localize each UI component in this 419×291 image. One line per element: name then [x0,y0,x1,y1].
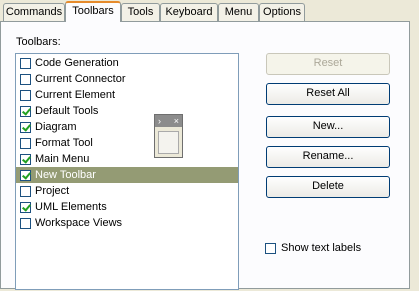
toolbar-checkbox[interactable] [20,121,31,133]
floating-toolbar-body [158,131,179,154]
tab-toolbars[interactable]: Toolbars [65,1,121,22]
toolbar-item-current-connector[interactable]: Current Connector [16,71,238,87]
toolbars-label: Toolbars: [16,36,61,48]
toolbar-item-label: UML Elements [35,201,107,213]
show-text-labels-label: Show text labels [281,242,362,254]
tab-commands[interactable]: Commands [3,3,65,21]
toolbar-item-default-tools[interactable]: Default Tools [16,103,238,119]
toolbar-item-uml-elements[interactable]: UML Elements [16,199,238,215]
toolbar-checkbox[interactable] [20,105,31,117]
floating-toolbar-preview[interactable]: › × [154,114,183,158]
tab-keyboard[interactable]: Keyboard [160,3,218,21]
toolbar-item-new-toolbar[interactable]: New Toolbar [16,167,238,183]
toolbar-checkbox[interactable] [20,57,31,69]
toolbar-checkbox[interactable] [20,169,31,181]
toolbar-item-label: Code Generation [35,57,119,69]
reset-all-button[interactable]: Reset All [266,83,390,105]
tab-menu[interactable]: Menu [218,3,259,21]
toolbars-panel: Toolbars: Code Generation Current Connec… [0,21,410,290]
toolbar-checkbox[interactable] [20,137,31,149]
reset-button[interactable]: Reset [266,53,390,75]
toolbar-checkbox[interactable] [20,153,31,165]
close-icon[interactable]: × [174,116,179,126]
toolbar-item-label: Current Element [35,89,116,101]
toolbar-item-workspace-views[interactable]: Workspace Views [16,215,238,231]
toolbar-item-label: Project [35,185,70,197]
toolbar-item-project[interactable]: Project [16,183,238,199]
toolbar-item-label: Default Tools [35,105,99,117]
new-button[interactable]: New... [266,116,390,138]
toolbar-item-label: Main Menu [35,153,90,165]
toolbar-checkbox[interactable] [20,73,31,85]
toolbar-item-label: New Toolbar [35,169,96,181]
rename-button[interactable]: Rename... [266,146,390,168]
show-text-labels-checkbox[interactable] [265,242,276,254]
toolbar-checkbox[interactable] [20,217,31,229]
toolbar-item-format-tool[interactable]: Format Tool [16,135,238,151]
tab-tools[interactable]: Tools [121,3,160,21]
toolbar-item-diagram[interactable]: Diagram [16,119,238,135]
toolbar-item-label: Diagram [35,121,77,133]
toolbar-item-label: Format Tool [35,137,93,149]
tab-strip: Commands Toolbars Tools Keyboard Menu Op… [0,0,419,22]
toolbar-item-label: Current Connector [35,73,126,85]
toolbar-checkbox[interactable] [20,185,31,197]
toolbar-item-label: Workspace Views [35,217,123,229]
chevron-icon[interactable]: › [158,116,161,126]
toolbar-checkbox[interactable] [20,89,31,101]
toolbar-item-main-menu[interactable]: Main Menu [16,151,238,167]
toolbars-list[interactable]: Code Generation Current Connector Curren… [15,53,239,290]
toolbar-item-code-generation[interactable]: Code Generation [16,55,238,71]
toolbar-item-current-element[interactable]: Current Element [16,87,238,103]
floating-toolbar-titlebar[interactable]: › × [155,115,182,127]
toolbar-checkbox[interactable] [20,201,31,213]
delete-button[interactable]: Delete [266,176,390,198]
show-text-labels-option[interactable]: Show text labels [265,242,361,254]
tab-options[interactable]: Options [259,3,305,21]
